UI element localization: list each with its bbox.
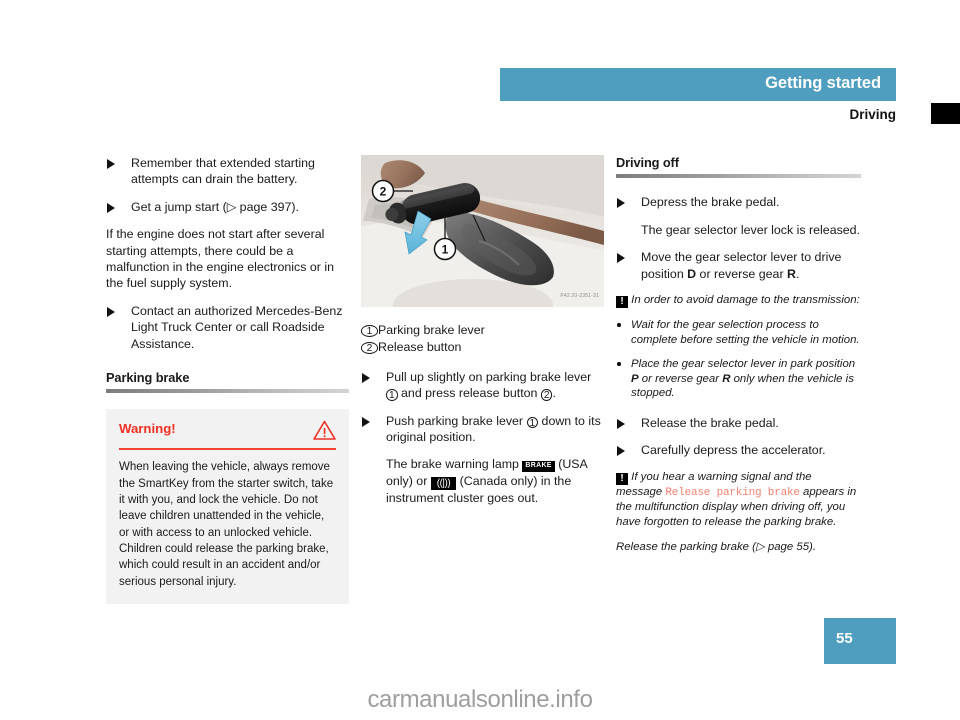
parking-brake-illustration: 2 1 [361, 155, 604, 307]
callout-number: 2 [540, 389, 553, 401]
warning-header: Warning! [119, 420, 336, 441]
heading-rule [616, 174, 861, 179]
body-paragraph: If the engine does not start after sever… [106, 227, 334, 291]
section-title: Getting started [765, 74, 881, 92]
left-column: Remember that extended starting attempts… [106, 155, 349, 604]
note-exclamation-icon: ! [616, 472, 628, 485]
callout-number: 1 [386, 389, 398, 401]
warning-box: Warning! When leaving the vehicle, alway… [106, 409, 349, 604]
list-item-text: Carefully depress the accelerator. [641, 443, 826, 458]
arrow-bullet-icon [107, 159, 115, 169]
list-item: Depress the brake pedal. [616, 194, 861, 210]
canada-brake-lamp-icon: ((|)) [430, 476, 457, 490]
warning-signal-note: ! If you hear a warning signal and the m… [616, 470, 857, 528]
arrow-bullet-icon [107, 306, 115, 317]
page-number: 55 [836, 630, 853, 647]
figure-legend: 1 Parking brake lever 2 Release button [361, 322, 604, 356]
middle-column: 2 1 P42.20-2351-31 1 Parking brake lever… [361, 155, 604, 517]
chapter-tab-marker [931, 103, 960, 124]
warning-triangle-icon [313, 421, 336, 441]
list-item: Pull up slightly on parking brake lever … [361, 369, 604, 402]
step-push-text: Push parking brake lever 1 down to its o… [386, 413, 601, 445]
arrow-bullet-icon [362, 372, 370, 383]
list-item: Move the gear selector lever to drive po… [616, 249, 861, 282]
dot-bullet-icon [617, 362, 621, 366]
list-item-text: Release the brake pedal. [641, 416, 779, 430]
dot-bullet-icon [617, 323, 621, 327]
arrow-bullet-icon [617, 198, 625, 209]
list-item: Wait for the gear selection process to c… [616, 318, 861, 347]
warning-title: Warning! [119, 421, 176, 437]
arrow-bullet-icon [107, 202, 115, 213]
step-move-text: Move the gear selector lever to drive po… [641, 250, 842, 281]
closing-reference: Release the parking brake (▷ page 55). [616, 540, 816, 553]
manual-page: Getting started Driving Remember that ex… [0, 0, 960, 720]
gear-label-d: D [687, 266, 697, 281]
brake-warning-lamp-icon: BRAKE [522, 460, 555, 472]
sub-note-text: The gear selector lever lock is released… [641, 222, 861, 237]
arrow-bullet-icon [617, 419, 625, 429]
brake-lamp-note: The brake warning lamp BRAKE (USA only) … [386, 457, 588, 505]
page-number-badge: 55 [824, 618, 896, 664]
list-item: Release the brake pedal. [616, 415, 861, 431]
callout-number: 1 [361, 325, 378, 337]
legend-item: 1 Parking brake lever [361, 322, 604, 338]
step-pull-text: Pull up slightly on parking brake lever … [386, 369, 592, 402]
list-item: Contact an authorized Mercedes-Benz Ligh… [106, 303, 349, 352]
list-item-text: Remember that extended starting attempts… [131, 156, 315, 187]
svg-text:1: 1 [442, 243, 449, 257]
gear-label-r: R [787, 266, 796, 281]
legend-label: Release button [378, 340, 462, 355]
list-item: Remember that extended starting attempts… [106, 155, 349, 188]
list-item: Get a jump start (▷ page 397). [106, 199, 349, 215]
heading-rule [106, 389, 349, 394]
bullet-park-text: Place the gear selector lever in park po… [631, 358, 856, 400]
arrow-bullet-icon [362, 416, 370, 427]
list-item: Push parking brake lever 1 down to its o… [361, 413, 604, 446]
section-heading-parking-brake: Parking brake [106, 370, 190, 386]
parking-brake-figure: 2 1 P42.20-2351-31 [361, 155, 604, 307]
subsection-title: Driving [849, 107, 896, 122]
list-item-text: Get a jump start (▷ page 397). [131, 199, 299, 214]
legend-label: Parking brake lever [378, 323, 485, 337]
list-item-text: Contact an authorized Mercedes-Benz Ligh… [131, 303, 343, 351]
warning-body-text: When leaving the vehicle, always remove … [119, 461, 334, 588]
list-item-text: Depress the brake pedal. [641, 195, 780, 210]
display-message-text: Release parking brake [665, 486, 800, 499]
svg-text:2: 2 [380, 185, 387, 199]
note-exclamation-icon: ! [616, 296, 628, 309]
arrow-bullet-icon [617, 253, 625, 264]
legend-item: 2 Release button [361, 339, 604, 355]
header-banner: Getting started [500, 68, 896, 101]
callout-number: 1 [526, 416, 539, 429]
list-item: Place the gear selector lever in park po… [616, 357, 861, 401]
arrow-bullet-icon [617, 446, 625, 457]
section-heading-driving-off: Driving off [616, 155, 679, 170]
site-watermark: carmanualsonline.info [367, 686, 593, 713]
list-item: Carefully depress the accelerator. [616, 442, 861, 458]
gear-label-p: P [631, 372, 639, 385]
figure-id-label: P42.20-2351-31 [560, 292, 599, 299]
transmission-note: ! In order to avoid damage to the transm… [616, 293, 861, 309]
warning-divider [119, 448, 336, 451]
right-column: Driving off Depress the brake pedal. The… [616, 155, 861, 564]
callout-number: 2 [361, 342, 378, 354]
list-item-text: Wait for the gear selection process to c… [631, 319, 860, 346]
